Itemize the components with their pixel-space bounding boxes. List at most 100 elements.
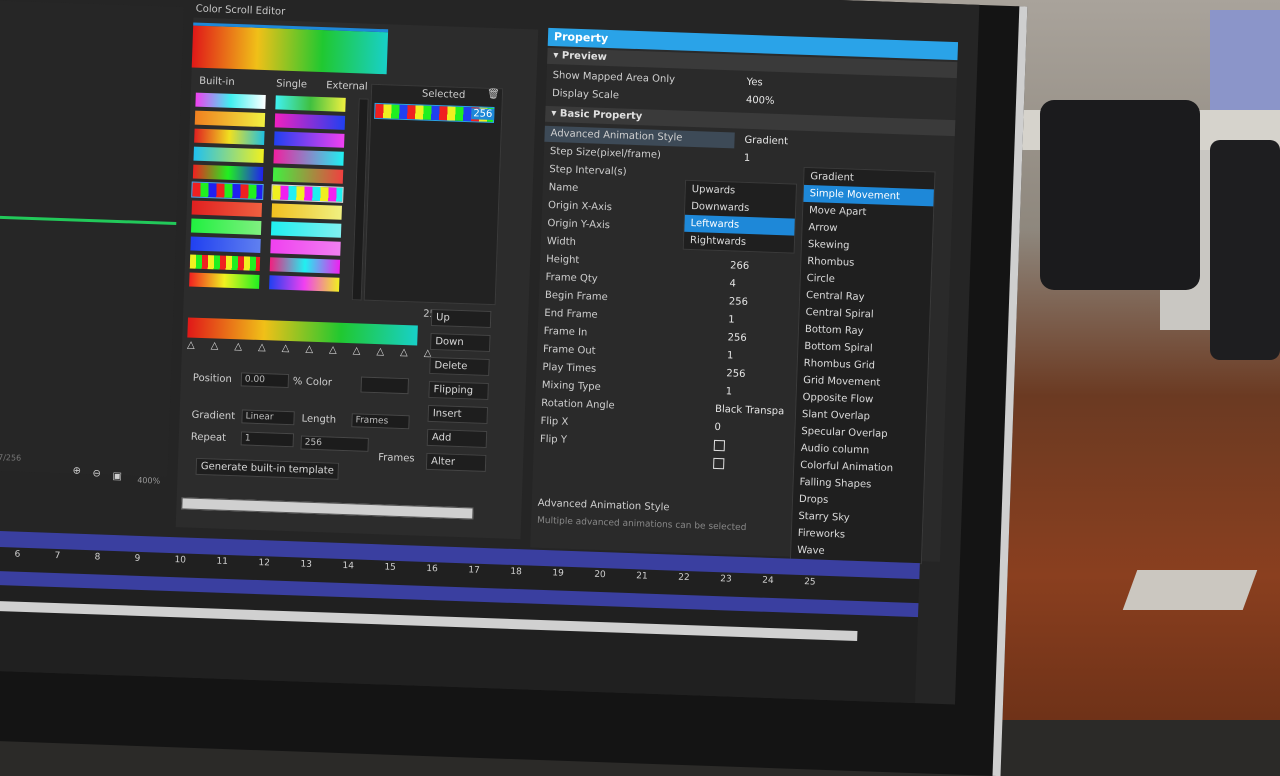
background-box — [1210, 10, 1280, 110]
zoom-in-icon[interactable]: ⊕ — [72, 466, 81, 477]
repeat-select[interactable]: 1 — [240, 431, 295, 448]
tab-single[interactable]: Single — [276, 78, 307, 90]
selected-item-value: 256 — [471, 108, 495, 121]
position-input[interactable]: 0.00 — [240, 372, 290, 389]
position-label: Position — [192, 372, 232, 386]
insert-button[interactable]: Insert — [427, 404, 489, 424]
basic-section-label: Basic Property — [559, 108, 643, 123]
frames-input[interactable]: 256 — [300, 435, 369, 452]
timeline-tick: 12 — [258, 558, 271, 569]
delete-button[interactable]: Delete — [429, 356, 490, 377]
row-label: Origin Y-Axis — [547, 217, 611, 232]
app-screen: 77/256 400% ⊕ ⊖ ▣ Color Scroll Editor Bu… — [0, 0, 980, 705]
row-label: Step Size(pixel/frame) — [549, 146, 662, 161]
row-label: Frame In — [543, 325, 588, 339]
tab-built-in[interactable]: Built-in — [199, 76, 235, 88]
length-unit-select[interactable]: Frames — [351, 413, 410, 430]
row-label: Height — [546, 253, 580, 267]
row-label: Play Times — [542, 361, 597, 375]
preview-green-line — [0, 214, 177, 226]
footer-title: Advanced Animation Style — [537, 497, 670, 514]
timeline-tick: 25 — [803, 577, 816, 588]
up-button[interactable]: Up — [430, 308, 492, 329]
timeline-tick: 16 — [426, 563, 438, 575]
row-value[interactable]: 1 — [728, 314, 735, 325]
row-value[interactable]: 1 — [726, 386, 733, 397]
color-swatch[interactable] — [360, 376, 410, 395]
fit-icon[interactable]: ▣ — [112, 471, 122, 482]
percent-label: % — [292, 376, 303, 388]
flipping-button[interactable]: Flipping — [428, 380, 489, 401]
row-value[interactable]: Yes — [746, 77, 763, 89]
timeline-tick: 11 — [216, 556, 229, 568]
timeline-tick: 19 — [552, 568, 564, 579]
repeat-label: Repeat — [190, 431, 227, 444]
editor-hscrollbar[interactable] — [181, 497, 474, 520]
monitor: 77/256 400% ⊕ ⊖ ▣ Color Scroll Editor Bu… — [0, 0, 1028, 776]
selected-list[interactable]: Selected 🗑 256 — [363, 83, 504, 306]
row-value[interactable]: 1 — [727, 350, 734, 361]
floor-reflection — [1122, 570, 1258, 610]
preset-grid[interactable] — [189, 92, 356, 298]
gradient-label: Gradient — [191, 409, 236, 423]
gradient-select[interactable]: Linear — [241, 409, 295, 426]
menu-item-rightwards[interactable]: Rightwards — [684, 232, 795, 253]
down-button[interactable]: Down — [430, 332, 491, 353]
row-value[interactable]: 400% — [746, 95, 775, 107]
add-button[interactable]: Add — [426, 428, 488, 448]
alter-button[interactable]: Alter — [425, 452, 487, 472]
extra-checkbox[interactable] — [713, 457, 725, 470]
delete-selected-icon[interactable]: 🗑 — [487, 89, 500, 100]
timeline-tick: 10 — [174, 555, 187, 566]
timeline-tick: 9 — [134, 553, 141, 564]
timeline-tick: 15 — [384, 562, 397, 573]
color-scroll-editor: Color Scroll Editor Built-in Single Exte… — [175, 4, 539, 540]
timeline-tick: 22 — [678, 572, 690, 584]
tab-external[interactable]: External — [326, 80, 368, 92]
row-label: Flip Y — [539, 433, 568, 446]
preview-section-label: Preview — [561, 50, 608, 63]
background-chair-2 — [1210, 140, 1280, 360]
selected-header: Selected — [421, 88, 466, 102]
row-label: Frame Out — [542, 343, 596, 357]
row-value[interactable]: 1 — [744, 153, 751, 164]
row-label: Width — [546, 235, 577, 248]
editor-title: Color Scroll Editor — [195, 3, 286, 18]
row-label: Rotation Angle — [541, 397, 615, 412]
row-value[interactable]: 0 — [714, 422, 721, 433]
row-label: Name — [548, 181, 579, 195]
row-value[interactable]: 4 — [729, 278, 736, 289]
zoom-out-icon[interactable]: ⊖ — [92, 468, 101, 479]
row-label: Origin X-Axis — [547, 199, 613, 214]
row-label: Display Scale — [551, 88, 620, 102]
row-label: Begin Frame — [544, 289, 608, 304]
row-label: Flip X — [540, 415, 569, 428]
current-gradient-preview — [191, 22, 389, 75]
row-value[interactable]: 266 — [730, 260, 749, 272]
footer-description: Multiple advanced animations can be sele… — [536, 515, 747, 534]
row-value[interactable]: 256 — [727, 332, 746, 344]
row-value[interactable]: 256 — [726, 368, 745, 380]
background-chair — [1040, 100, 1200, 290]
timeline-tick: 13 — [300, 559, 313, 570]
timeline-tick: 23 — [720, 574, 732, 585]
row-label: Step Interval(s) — [549, 163, 627, 178]
direction-menu: Upwards Downwards Leftwards Rightwards — [682, 179, 798, 254]
row-label: Frame Qty — [545, 271, 598, 285]
animation-style-menu: Gradient Simple Movement Move Apart Arro… — [789, 166, 936, 565]
row-label: End Frame — [544, 307, 598, 321]
timeline-tick: 7 — [54, 550, 61, 562]
timeline-tick: 17 — [468, 565, 480, 576]
row-value[interactable]: 256 — [729, 296, 748, 308]
row-value[interactable]: Black Transpa — [715, 404, 784, 417]
color-label: Color — [305, 376, 333, 389]
preview-canvas[interactable]: 77/256 400% ⊕ ⊖ ▣ — [0, 0, 184, 486]
zoom-level: 400% — [137, 475, 161, 486]
timeline-tick: 20 — [594, 569, 606, 581]
preview-coord: 77/256 — [0, 452, 22, 463]
row-value[interactable]: Gradient — [744, 135, 788, 148]
row-label: Mixing Type — [541, 379, 601, 393]
timeline-tick: 21 — [636, 571, 648, 582]
generate-template-button[interactable]: Generate built-in template — [195, 457, 340, 480]
flip-y-checkbox[interactable] — [713, 439, 726, 452]
